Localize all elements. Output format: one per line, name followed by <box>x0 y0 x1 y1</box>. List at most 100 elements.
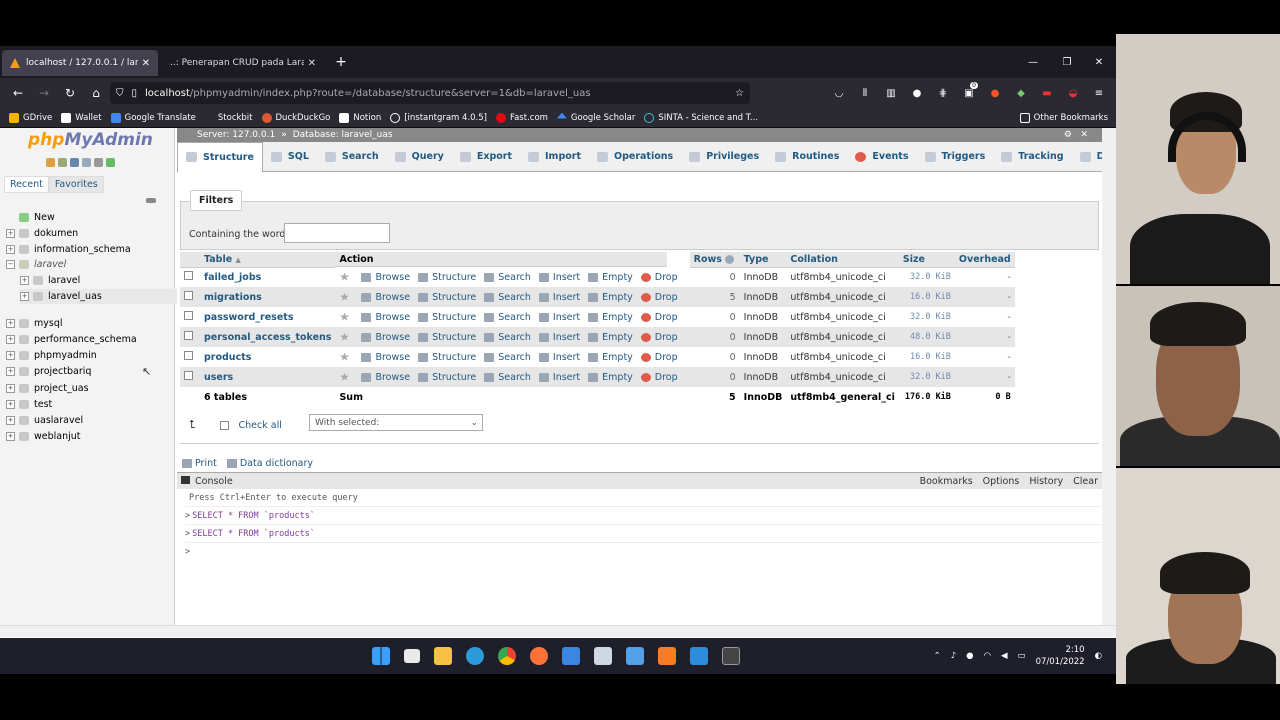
col-type[interactable]: Type <box>739 252 787 268</box>
help-icon[interactable] <box>70 158 79 167</box>
bookmark-instantgram[interactable]: [instantgram 4.0.5] <box>390 112 487 123</box>
action-browse[interactable]: Browse <box>361 312 410 323</box>
tab-import[interactable]: Import <box>520 142 589 172</box>
expand-icon[interactable]: + <box>6 229 15 238</box>
favorite-star-icon[interactable] <box>339 372 353 382</box>
action-empty[interactable]: Empty <box>588 292 633 303</box>
tree-db-performance-schema[interactable]: + performance_schema <box>6 332 137 347</box>
bookmark-google-translate[interactable]: Google Translate <box>110 112 196 123</box>
row-checkbox[interactable] <box>184 331 193 340</box>
action-structure[interactable]: Structure <box>418 272 476 283</box>
console-query[interactable]: > SELECT * FROM `products` <box>185 507 1102 525</box>
bookmark-duckduckgo[interactable]: DuckDuckGo <box>261 112 330 123</box>
action-search[interactable]: Search <box>484 272 531 283</box>
window-close-icon[interactable]: ✕ <box>1082 46 1116 78</box>
tree-db-information-schema[interactable]: + information_schema <box>6 242 131 257</box>
action-empty[interactable]: Empty <box>588 312 633 323</box>
settings-gear-icon[interactable]: ⚙ <box>1064 130 1072 140</box>
tree-db-project-uas[interactable]: + project_uas <box>6 381 89 396</box>
settings-icon[interactable] <box>94 158 103 167</box>
notepad-icon[interactable] <box>626 647 644 665</box>
action-structure[interactable]: Structure <box>418 292 476 303</box>
sidebar-icon[interactable]: ▥ <box>880 82 902 104</box>
new-tab-icon[interactable]: + <box>324 46 358 78</box>
tree-db-laravel-uas[interactable]: + laravel_uas <box>20 289 180 304</box>
print-link[interactable]: Print <box>182 458 217 469</box>
tab-events[interactable]: Events <box>847 142 916 172</box>
bookmark-gdrive[interactable]: GDrive <box>9 112 52 123</box>
firefox-icon[interactable] <box>530 647 548 665</box>
tree-new[interactable]: New <box>6 210 55 225</box>
forward-icon[interactable]: → <box>32 81 56 105</box>
collapse-link-icon[interactable] <box>146 198 156 203</box>
table-name[interactable]: users <box>200 367 336 387</box>
expand-icon[interactable]: + <box>6 432 15 441</box>
tab-privileges[interactable]: Privileges <box>681 142 767 172</box>
action-browse[interactable]: Browse <box>361 292 410 303</box>
tab-query[interactable]: Query <box>387 142 452 172</box>
file-explorer-icon[interactable] <box>434 647 452 665</box>
action-empty[interactable]: Empty <box>588 272 633 283</box>
table-name[interactable]: failed_jobs <box>200 267 336 287</box>
check-all-label[interactable]: Check all <box>239 420 282 431</box>
table-name[interactable]: password_resets <box>200 307 336 327</box>
bookmark-google-scholar[interactable]: Google Scholar <box>556 112 635 123</box>
collapse-header-icon[interactable]: ✕ <box>1080 130 1088 140</box>
tab-sql[interactable]: SQL <box>263 142 317 172</box>
breadcrumb-database[interactable]: Database: laravel_uas <box>293 130 393 140</box>
tab-triggers[interactable]: Triggers <box>917 142 994 172</box>
action-empty[interactable]: Empty <box>588 352 633 363</box>
expand-icon[interactable]: + <box>6 351 15 360</box>
action-drop[interactable]: Drop <box>640 372 678 383</box>
action-insert[interactable]: Insert <box>538 272 580 283</box>
expand-icon[interactable]: + <box>6 335 15 344</box>
expand-icon[interactable]: + <box>20 292 29 301</box>
vertical-scrollbar[interactable] <box>1102 128 1116 625</box>
action-empty[interactable]: Empty <box>588 332 633 343</box>
back-icon[interactable]: ← <box>6 81 30 105</box>
task-view-icon[interactable] <box>404 649 420 663</box>
action-drop[interactable]: Drop <box>640 352 678 363</box>
tree-db-phpmyadmin[interactable]: + phpmyadmin <box>6 348 97 363</box>
reload-nav-icon[interactable] <box>106 158 115 167</box>
action-insert[interactable]: Insert <box>538 372 580 383</box>
col-size[interactable]: Size <box>898 252 955 268</box>
console-options[interactable]: Options <box>983 476 1020 487</box>
row-checkbox[interactable] <box>184 291 193 300</box>
action-structure[interactable]: Structure <box>418 312 476 323</box>
save-extension-icon[interactable]: ◒ <box>1062 82 1084 104</box>
docs-icon[interactable] <box>82 158 91 167</box>
row-checkbox[interactable] <box>184 371 193 380</box>
terminal-icon[interactable] <box>722 647 740 665</box>
action-drop[interactable]: Drop <box>640 312 678 323</box>
console-input[interactable]: > <box>185 543 1102 561</box>
mail-extension-icon[interactable]: ▬ <box>1036 82 1058 104</box>
bookmark-stockbit[interactable]: Stockbit <box>218 113 253 123</box>
row-checkbox[interactable] <box>184 271 193 281</box>
tree-db-dokumen[interactable]: + dokumen <box>6 226 78 241</box>
col-table[interactable]: Table ▲ <box>200 252 336 268</box>
col-rows[interactable]: Rows <box>689 252 740 268</box>
tab-recent[interactable]: Recent <box>4 176 49 193</box>
bookmark-fastcom[interactable]: Fast.com <box>495 112 548 123</box>
favorite-star-icon[interactable] <box>339 332 353 342</box>
console-toggle[interactable]: Console <box>181 475 233 487</box>
todo-icon[interactable] <box>562 647 580 665</box>
breadcrumb-server[interactable]: Server: 127.0.0.1 <box>197 130 275 140</box>
col-overhead[interactable]: Overhead <box>954 252 1015 268</box>
tree-db-weblanjut[interactable]: + weblanjut <box>6 429 81 444</box>
tab-search[interactable]: Search <box>317 142 387 172</box>
action-insert[interactable]: Insert <box>538 332 580 343</box>
edge-icon[interactable] <box>466 647 484 665</box>
volume-icon[interactable]: ◀ <box>1001 651 1008 661</box>
vscode-icon[interactable] <box>690 647 708 665</box>
tree-group-laravel[interactable]: − laravel <box>6 257 66 272</box>
favorite-star-icon[interactable] <box>339 292 353 302</box>
notification-icon[interactable]: ◐ <box>1095 651 1102 661</box>
other-bookmarks[interactable]: Other Bookmarks <box>1019 112 1108 123</box>
check-all-checkbox[interactable] <box>219 420 229 430</box>
brave-extension-icon[interactable]: ● <box>984 82 1006 104</box>
data-dictionary-link[interactable]: Data dictionary <box>226 458 313 469</box>
row-size[interactable]: 32.0 KiB <box>898 307 955 327</box>
row-size[interactable]: 32.0 KiB <box>898 267 955 287</box>
